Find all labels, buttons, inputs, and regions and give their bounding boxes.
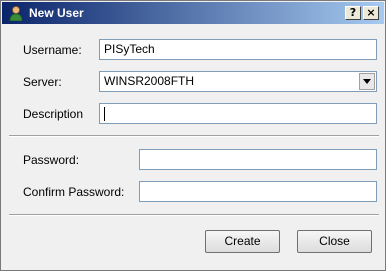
confirm-password-label: Confirm Password: (23, 185, 125, 199)
server-value: WINSR2008FTH (104, 74, 195, 88)
password-label: Password: (23, 153, 80, 167)
help-button[interactable]: ? (345, 6, 361, 20)
description-field[interactable] (99, 103, 377, 124)
chevron-down-icon[interactable] (359, 73, 375, 90)
close-button[interactable]: Close (297, 230, 372, 253)
confirm-password-field[interactable] (139, 181, 377, 202)
title-bar[interactable]: New User ? × (2, 2, 384, 24)
close-window-button[interactable]: × (363, 6, 379, 20)
window-title: New User (29, 6, 84, 20)
separator (9, 135, 379, 137)
new-user-dialog: New User ? × Username: PISyTech Server: … (0, 0, 386, 271)
username-label: Username: (23, 43, 82, 57)
description-label: Description (23, 107, 84, 121)
password-field[interactable] (139, 149, 377, 170)
server-select[interactable]: WINSR2008FTH (99, 71, 377, 92)
username-value: PISyTech (104, 42, 155, 56)
user-icon (9, 6, 23, 21)
username-field[interactable]: PISyTech (99, 39, 377, 60)
create-button[interactable]: Create (205, 230, 280, 253)
separator (9, 214, 379, 216)
text-caret (104, 106, 105, 121)
server-label: Server: (23, 75, 62, 89)
